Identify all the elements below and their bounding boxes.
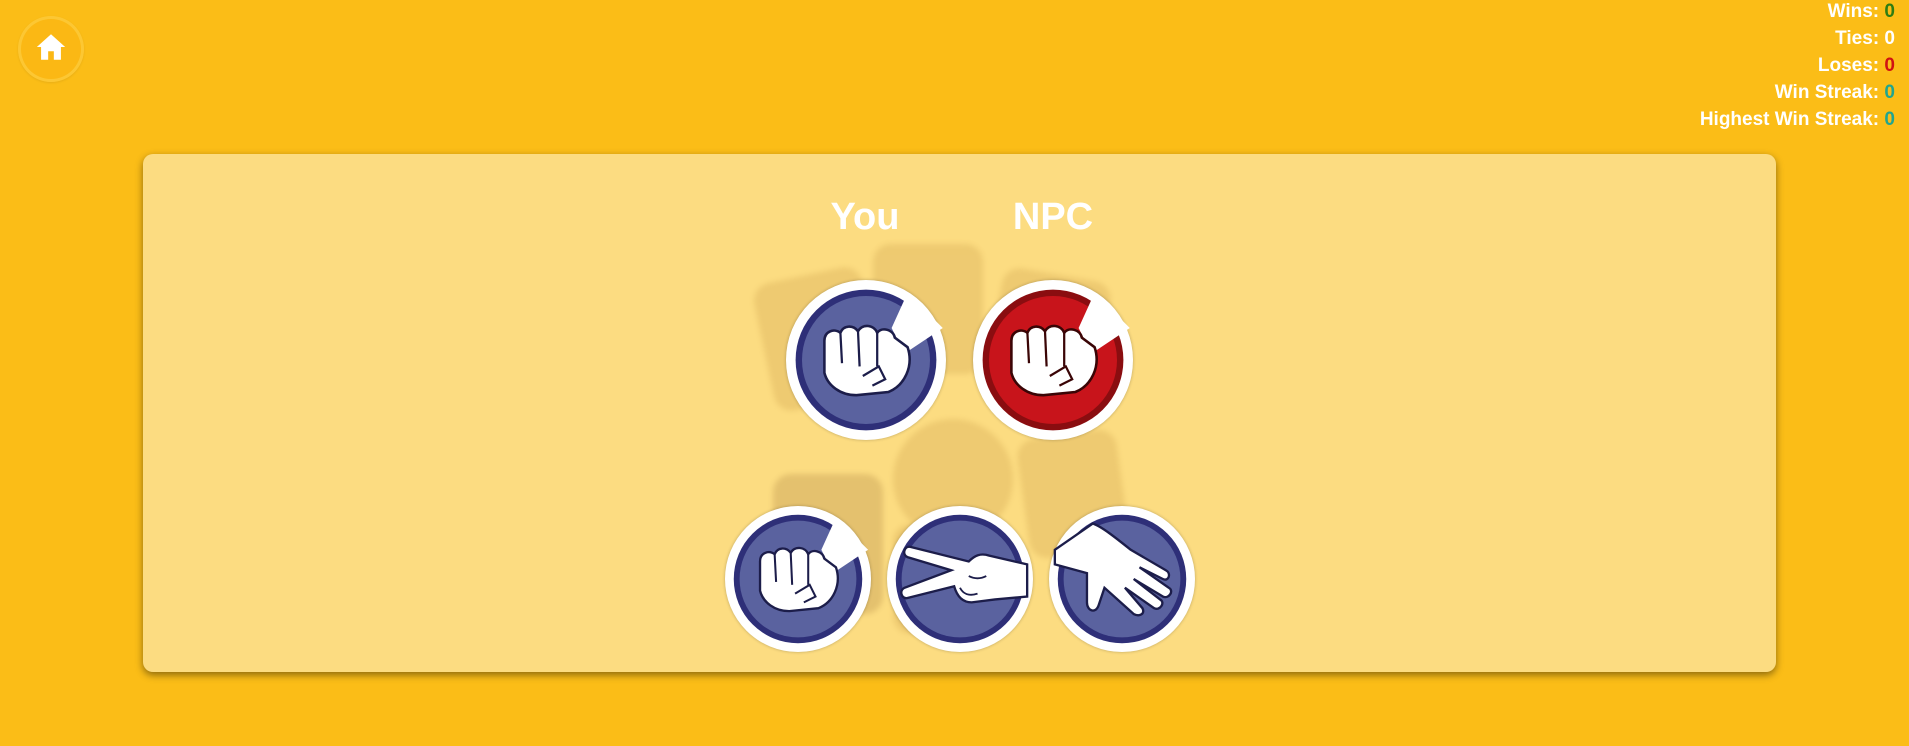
paper-icon xyxy=(1051,508,1193,650)
you-label: You xyxy=(830,196,900,238)
win-streak-label: Win Streak: xyxy=(1774,82,1885,103)
scissors-icon xyxy=(889,508,1031,650)
home-button[interactable] xyxy=(18,16,84,82)
wins-label: Wins: xyxy=(1827,1,1885,22)
highest-win-streak-label: Highest Win Streak: xyxy=(1699,109,1885,130)
ties-stat: Ties: 0 xyxy=(1700,25,1895,52)
ties-label: Ties: xyxy=(1835,28,1885,49)
loses-value: 0 xyxy=(1884,55,1895,76)
wins-value: 0 xyxy=(1884,1,1895,22)
win-streak-value: 0 xyxy=(1884,82,1895,103)
wins-stat: Wins: 0 xyxy=(1700,0,1895,25)
rock-icon xyxy=(976,283,1130,437)
scoreboard: Wins: 0 Ties: 0 Loses: 0 Win Streak: 0 H… xyxy=(1700,0,1895,133)
scissors-button[interactable] xyxy=(887,506,1033,652)
npc-choice-rock xyxy=(973,280,1133,440)
highest-win-streak-stat: Highest Win Streak: 0 xyxy=(1700,106,1895,133)
loses-stat: Loses: 0 xyxy=(1700,52,1895,79)
win-streak-stat: Win Streak: 0 xyxy=(1700,79,1895,106)
loses-label: Loses: xyxy=(1817,55,1885,76)
game-panel: You NPC xyxy=(143,154,1776,672)
ties-value: 0 xyxy=(1884,28,1895,49)
highest-win-streak-value: 0 xyxy=(1884,109,1895,130)
rock-icon xyxy=(789,283,943,437)
home-icon xyxy=(34,30,68,69)
rock-button[interactable] xyxy=(725,506,871,652)
you-choice-rock xyxy=(786,280,946,440)
paper-button[interactable] xyxy=(1049,506,1195,652)
rock-icon xyxy=(727,508,869,650)
npc-label: NPC xyxy=(1012,196,1094,238)
